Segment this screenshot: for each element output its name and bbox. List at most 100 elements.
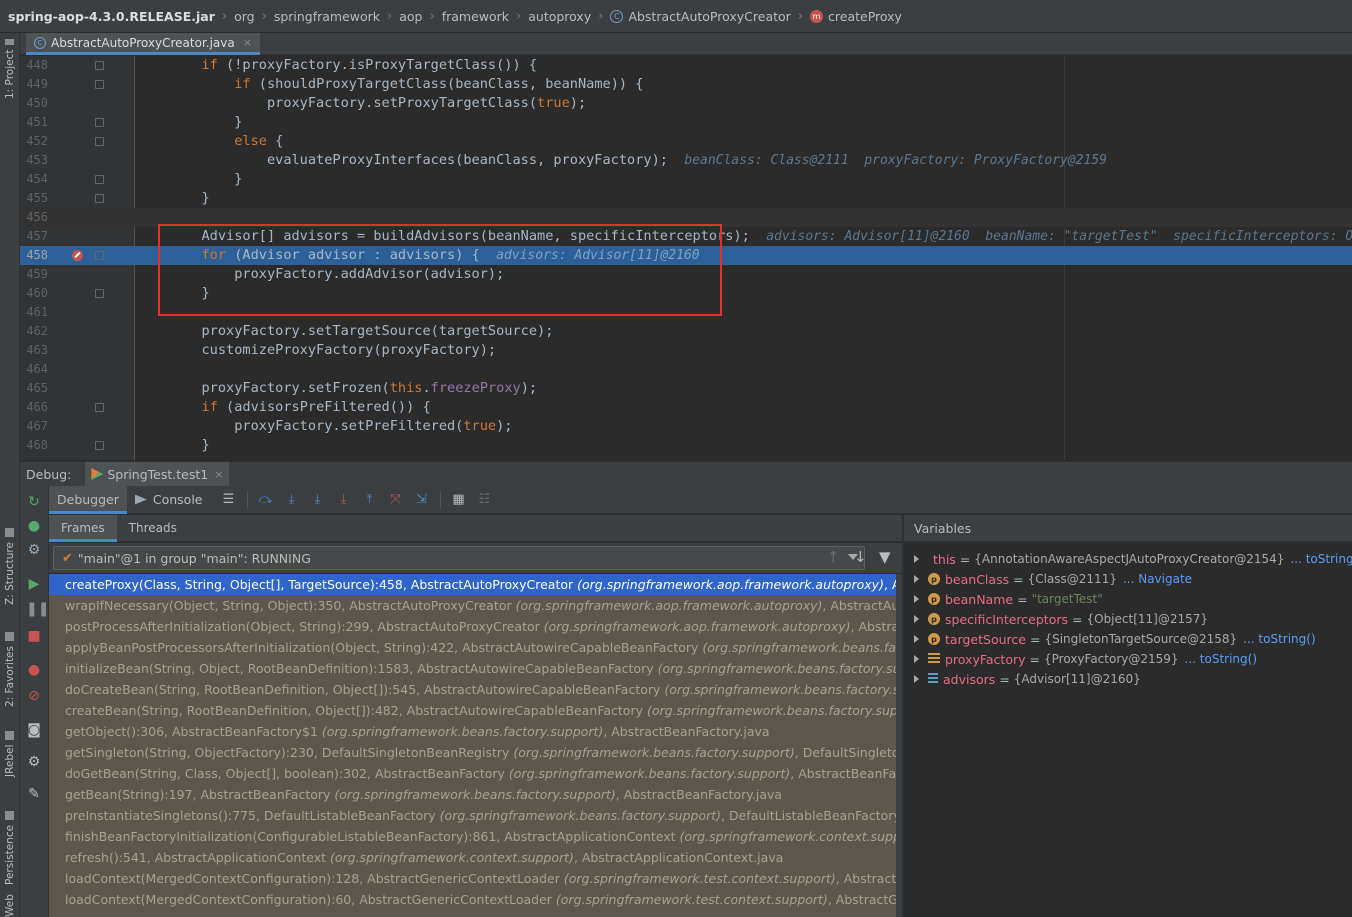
rerun-icon[interactable]: ↻ <box>26 494 42 510</box>
stack-frame[interactable]: getBean(String):197, AbstractBeanFactory… <box>49 784 902 805</box>
fold-marker-icon[interactable] <box>95 137 104 146</box>
stack-frame[interactable]: refresh():541, AbstractApplicationContex… <box>49 847 902 868</box>
variable-row[interactable]: advisors = {Advisor[11]@2160} <box>904 669 1352 689</box>
expand-arrow-icon[interactable] <box>914 575 919 583</box>
code-line[interactable]: 452 else { <box>20 132 1352 151</box>
fold-marker-icon[interactable] <box>95 403 104 412</box>
variable-link[interactable]: ... Navigate <box>1123 572 1192 586</box>
code-line[interactable]: 460 } <box>20 284 1352 303</box>
expand-arrow-icon[interactable] <box>914 675 919 683</box>
fold-marker-icon[interactable] <box>95 118 104 127</box>
breadcrumb-class[interactable]: C AbstractAutoProxyCreator <box>610 9 791 24</box>
breadcrumb-package-springframework[interactable]: springframework <box>274 9 380 24</box>
code-line[interactable]: 453 evaluateProxyInterfaces(beanClass, p… <box>20 151 1352 170</box>
arrow-up-icon[interactable]: ↑ <box>827 549 840 565</box>
code-line[interactable]: 461 <box>20 303 1352 322</box>
code-line[interactable]: 449 if (shouldProxyTargetClass(beanClass… <box>20 75 1352 94</box>
fold-marker-icon[interactable] <box>95 80 104 89</box>
breakpoint-icon[interactable] <box>72 250 83 261</box>
tool-tab-project[interactable]: 1: Project <box>1 39 19 99</box>
tool-tab-jrebel[interactable]: JRebel <box>1 725 19 777</box>
stack-frame[interactable]: finishBeanFactoryInitialization(Configur… <box>49 826 902 847</box>
fold-marker-icon[interactable] <box>95 289 104 298</box>
code-line[interactable]: 467 proxyFactory.setPreFiltered(true); <box>20 417 1352 436</box>
step-over-icon[interactable]: ⤓ <box>284 492 300 508</box>
code-line[interactable]: 457 Advisor[] advisors = buildAdvisors(b… <box>20 227 1352 246</box>
stack-frame[interactable]: doCreateBean(String, RootBeanDefinition,… <box>49 679 902 700</box>
variable-link[interactable]: ... toString() <box>1185 652 1257 666</box>
force-step-into-icon[interactable]: ⤓ <box>336 492 352 508</box>
drop-frame-icon[interactable]: ⤧ <box>388 492 404 508</box>
stack-frame[interactable]: postProcessAfterInitialization(Object, S… <box>49 616 902 637</box>
show-execution-point-icon[interactable]: ⤼ <box>258 492 274 508</box>
code-line[interactable]: 454 } <box>20 170 1352 189</box>
variable-link[interactable]: ... toString() <box>1290 552 1352 566</box>
stack-frame[interactable]: getSingleton(String, ObjectFactory):230,… <box>49 742 902 763</box>
arrow-down-icon[interactable]: ↓ <box>854 549 867 565</box>
fold-marker-icon[interactable] <box>95 251 104 260</box>
tab-frames[interactable]: Frames <box>49 514 117 542</box>
code-line[interactable]: 464 <box>20 360 1352 379</box>
close-tab-icon[interactable]: × <box>214 468 223 481</box>
mute-breakpoints-icon[interactable]: ⊘ <box>26 688 42 704</box>
code-line-current[interactable]: 456 <box>20 208 1352 227</box>
variable-row[interactable]: this = {AnnotationAwareAspectJAutoProxyCre… <box>904 549 1352 569</box>
stop-icon[interactable]: ■ <box>26 628 42 644</box>
fold-marker-icon[interactable] <box>95 441 104 450</box>
step-out-icon[interactable]: ⤒ <box>362 492 378 508</box>
step-into-icon[interactable]: ⤓ <box>310 492 326 508</box>
code-line-execution-point[interactable]: 458 for (Advisor advisor : advisors) { a… <box>20 246 1352 265</box>
stack-frame[interactable]: getObject():306, AbstractBeanFactory$1 (… <box>49 721 902 742</box>
stack-frame[interactable]: loadContext(MergedContextConfiguration):… <box>49 889 902 910</box>
fold-marker-icon[interactable] <box>95 194 104 203</box>
close-tab-icon[interactable]: × <box>243 36 252 49</box>
breadcrumb-method[interactable]: m createProxy <box>810 9 902 24</box>
variable-row[interactable]: p beanName = "targetTest" <box>904 589 1352 609</box>
tool-tab-structure[interactable]: Z: Structure <box>1 525 19 605</box>
run-to-cursor-icon[interactable]: ⇲ <box>414 492 430 508</box>
code-line[interactable]: 465 proxyFactory.setFrozen(this.freezePr… <box>20 379 1352 398</box>
code-line[interactable]: 463 customizeProxyFactory(proxyFactory); <box>20 341 1352 360</box>
expand-arrow-icon[interactable] <box>914 595 919 603</box>
settings-icon[interactable]: ⚙ <box>26 754 42 770</box>
tab-console[interactable]: Console <box>127 486 211 514</box>
stack-frame[interactable]: applyBeanPostProcessorsAfterInitializati… <box>49 637 902 658</box>
tab-threads[interactable]: Threads <box>117 515 189 542</box>
stack-frame[interactable]: wrapIfNecessary(Object, String, Object):… <box>49 595 902 616</box>
coverage-icon[interactable]: ⚙ <box>26 542 42 558</box>
pause-program-icon[interactable]: ❚❚ <box>26 601 49 617</box>
tool-tab-favorites[interactable]: 2: Favorites <box>1 627 19 707</box>
stack-frame-selected[interactable]: createProxy(Class, String, Object[], Tar… <box>49 574 902 595</box>
run-config-tab[interactable]: SpringTest.test1 × <box>85 461 230 487</box>
stack-frame[interactable]: doGetBean(String, Class, Object[], boole… <box>49 763 902 784</box>
menu-icon[interactable]: ☰ <box>221 492 237 508</box>
camera-icon[interactable]: ◙ <box>26 722 42 738</box>
trace-icon[interactable]: ☷ <box>477 492 493 508</box>
code-line[interactable]: 466 if (advisorsPreFiltered()) { <box>20 398 1352 417</box>
expand-arrow-icon[interactable] <box>914 635 919 643</box>
code-line[interactable]: 455 } <box>20 189 1352 208</box>
breadcrumb-package-autoproxy[interactable]: autoproxy <box>528 9 591 24</box>
tool-tab-persistence[interactable]: Persistence <box>1 795 19 885</box>
variable-row[interactable]: p specificInterceptors = {Object[11]@2157} <box>904 609 1352 629</box>
expand-arrow-icon[interactable] <box>914 555 919 563</box>
tool-tab-web[interactable]: Web <box>1 891 19 917</box>
frames-scrollbar[interactable] <box>896 574 902 917</box>
variable-row[interactable]: p targetSource = {SingletonTargetSource@215… <box>904 629 1352 649</box>
stack-frame[interactable]: preInstantiateSingletons():775, DefaultL… <box>49 805 902 826</box>
stack-frame[interactable]: loadContext(MergedContextConfiguration):… <box>49 868 902 889</box>
filter-icon[interactable]: ▼ <box>879 549 891 565</box>
breadcrumb-package-framework[interactable]: framework <box>442 9 509 24</box>
breadcrumb-package-org[interactable]: org <box>234 9 255 24</box>
code-line[interactable]: 468 } <box>20 436 1352 455</box>
breadcrumb-jar[interactable]: spring-aop-4.3.0.RELEASE.jar <box>8 9 215 24</box>
code-editor[interactable]: 448 if (!proxyFactory.isProxyTargetClass… <box>20 56 1352 460</box>
rerun-failed-icon[interactable]: ● <box>26 518 42 534</box>
thread-dropdown[interactable]: ✔ "main"@1 in group "main": RUNNING <box>53 546 865 570</box>
stack-frame[interactable]: createBean(String, RootBeanDefinition, O… <box>49 700 902 721</box>
tab-debugger[interactable]: Debugger <box>49 485 127 514</box>
expand-arrow-icon[interactable] <box>914 615 919 623</box>
expand-arrow-icon[interactable] <box>914 655 919 663</box>
fold-marker-icon[interactable] <box>95 175 104 184</box>
frames-list[interactable]: createProxy(Class, String, Object[], Tar… <box>49 574 902 917</box>
